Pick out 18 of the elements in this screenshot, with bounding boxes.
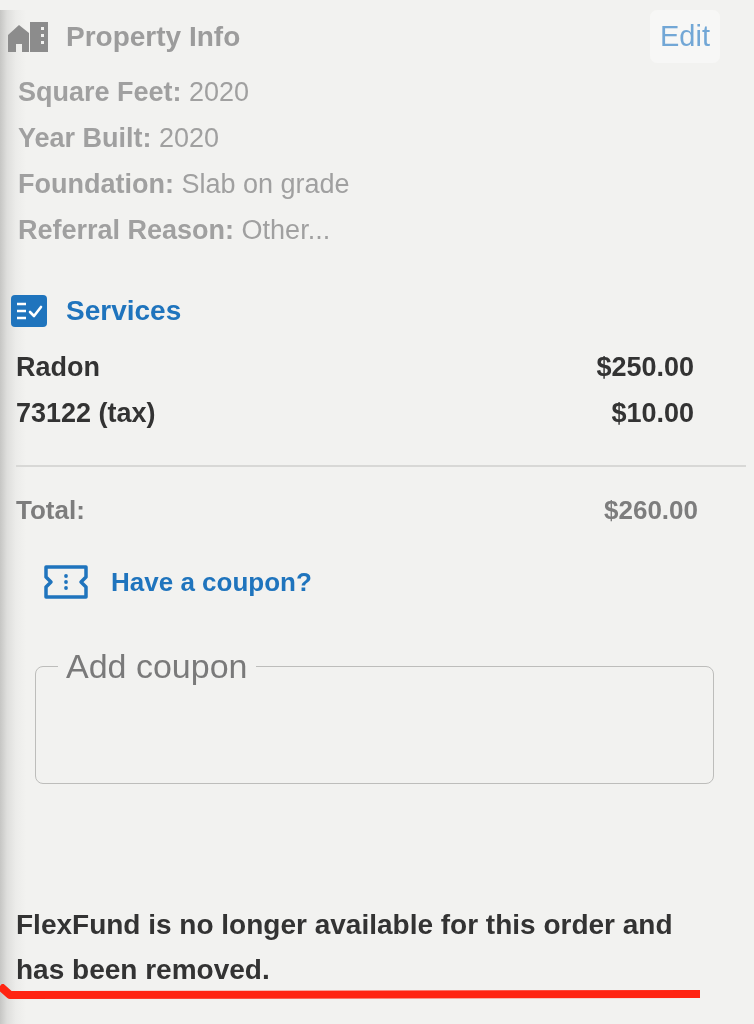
detail-line: Referral Reason: Other... — [18, 214, 332, 247]
service-name: Radon — [16, 353, 100, 383]
service-price: $250.00 — [596, 353, 694, 383]
notice-message: FlexFund is no longer available for this order and has been removed. — [16, 908, 674, 987]
ticket-icon — [43, 564, 89, 600]
detail-line: Square Feet: 2020 — [18, 76, 251, 109]
service-price: $10.00 — [611, 399, 694, 429]
service-name: 73122 (tax) — [16, 399, 156, 429]
checklist-icon — [11, 295, 47, 327]
coupon-link[interactable]: Have a coupon? — [111, 567, 312, 597]
section-title: Property Info — [66, 22, 241, 51]
total-amount: $260.00 — [604, 495, 698, 525]
detail-line: Year Built: 2020 — [18, 122, 221, 155]
section-title: Services — [66, 297, 182, 325]
total-label: Total: — [16, 495, 85, 525]
building-icon — [8, 21, 48, 52]
edit-button[interactable]: Edit — [650, 10, 720, 63]
detail-line: Foundation: Slab on grade — [18, 168, 351, 201]
